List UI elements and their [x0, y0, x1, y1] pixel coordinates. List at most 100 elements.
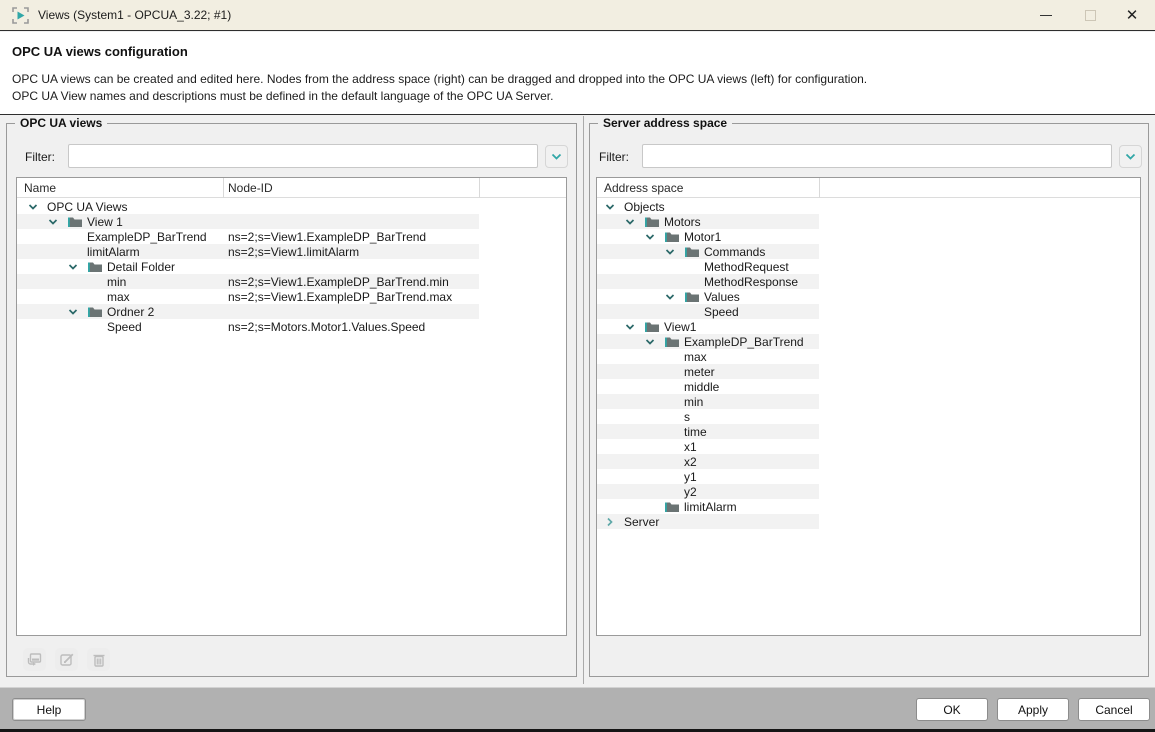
- tree-row[interactable]: x2: [597, 454, 1140, 469]
- filter-dropdown-button-right[interactable]: [1119, 145, 1142, 168]
- tree-row[interactable]: meter: [597, 364, 1140, 379]
- tree-expander[interactable]: [604, 201, 616, 213]
- filter-label-left: Filter:: [25, 150, 55, 164]
- tree-expander[interactable]: [664, 246, 676, 258]
- tree-node-label[interactable]: x2: [684, 455, 697, 469]
- tree-expander[interactable]: [644, 231, 656, 243]
- description-line-2: OPC UA View names and descriptions must …: [12, 89, 553, 103]
- filter-input-left[interactable]: [68, 144, 538, 168]
- tree-row[interactable]: Motor1: [597, 229, 1140, 244]
- edit-view-button[interactable]: [55, 648, 78, 671]
- tree-node-label[interactable]: Server: [624, 515, 659, 529]
- tree-node-label[interactable]: y1: [684, 470, 697, 484]
- tree-row[interactable]: View 1: [17, 214, 566, 229]
- tree-node-label[interactable]: Values: [704, 290, 740, 304]
- tree-node-label[interactable]: x1: [684, 440, 697, 454]
- tree-node-label[interactable]: Ordner 2: [107, 305, 154, 319]
- tree-row[interactable]: y1: [597, 469, 1140, 484]
- help-button[interactable]: Help: [12, 698, 86, 721]
- chevron-down-icon: [664, 246, 676, 258]
- tree-node-label[interactable]: MethodResponse: [704, 275, 798, 289]
- tree-node-label[interactable]: ExampleDP_BarTrend: [87, 230, 207, 244]
- tree-node-label[interactable]: limitAlarm: [684, 500, 737, 514]
- tree-expander[interactable]: [624, 321, 636, 333]
- column-header-address-space[interactable]: Address space: [604, 181, 683, 195]
- tree-row[interactable]: minns=2;s=View1.ExampleDP_BarTrend.min: [17, 274, 566, 289]
- column-separator[interactable]: [819, 178, 820, 198]
- minimize-button[interactable]: [1023, 0, 1069, 30]
- tree-row[interactable]: Speed ns=2;s=Motors.Motor1.Values.Speed: [17, 319, 566, 334]
- filter-dropdown-button-left[interactable]: [545, 145, 568, 168]
- tree-node-label[interactable]: s: [684, 410, 690, 424]
- filter-input-right[interactable]: [642, 144, 1112, 168]
- tree-expander[interactable]: [604, 516, 616, 528]
- tree-node-label[interactable]: View1: [664, 320, 696, 334]
- tree-row[interactable]: middle: [597, 379, 1140, 394]
- tree-node-label[interactable]: View 1: [87, 215, 123, 229]
- delete-view-button[interactable]: [87, 648, 110, 671]
- tree-node-label[interactable]: Speed: [704, 305, 739, 319]
- tree-node-label[interactable]: MethodRequest: [704, 260, 789, 274]
- column-separator[interactable]: [223, 178, 224, 198]
- tree-expander[interactable]: [624, 216, 636, 228]
- tree-row[interactable]: OPC UA Views: [17, 199, 566, 214]
- tree-node-label[interactable]: limitAlarm: [87, 245, 140, 259]
- tree-row[interactable]: Commands: [597, 244, 1140, 259]
- tree-row[interactable]: View1: [597, 319, 1140, 334]
- column-header-node-id[interactable]: Node-ID: [228, 181, 273, 195]
- tree-node-label[interactable]: time: [684, 425, 707, 439]
- tree-node-label[interactable]: middle: [684, 380, 719, 394]
- tree-expander[interactable]: [644, 336, 656, 348]
- tree-node-label[interactable]: ExampleDP_BarTrend: [684, 335, 804, 349]
- apply-button[interactable]: Apply: [997, 698, 1069, 721]
- tree-node-label[interactable]: Commands: [704, 245, 765, 259]
- tree-node-label[interactable]: y2: [684, 485, 697, 499]
- tree-row[interactable]: ExampleDP_BarTrendns=2;s=View1.ExampleDP…: [17, 229, 566, 244]
- panel-splitter[interactable]: [583, 116, 584, 684]
- column-separator[interactable]: [479, 178, 480, 198]
- tree-node-label[interactable]: Motors: [664, 215, 701, 229]
- tree-row[interactable]: limitAlarmns=2;s=View1.limitAlarm: [17, 244, 566, 259]
- tree-row[interactable]: MethodRequest: [597, 259, 1140, 274]
- tree-row[interactable]: maxns=2;s=View1.ExampleDP_BarTrend.max: [17, 289, 566, 304]
- tree-node-label[interactable]: Objects: [624, 200, 665, 214]
- tree-node-label[interactable]: min: [107, 275, 126, 289]
- tree-row[interactable]: Server: [597, 514, 1140, 529]
- tree-row[interactable]: MethodResponse: [597, 274, 1140, 289]
- add-view-button[interactable]: [23, 648, 46, 671]
- tree-expander[interactable]: [67, 261, 79, 273]
- tree-row[interactable]: max: [597, 349, 1140, 364]
- tree-expander[interactable]: [664, 291, 676, 303]
- tree-row[interactable]: min: [597, 394, 1140, 409]
- cancel-button[interactable]: Cancel: [1078, 698, 1150, 721]
- tree-row[interactable]: x1: [597, 439, 1140, 454]
- close-button[interactable]: ✕: [1109, 0, 1155, 30]
- tree-row[interactable]: Objects: [597, 199, 1140, 214]
- ok-button[interactable]: OK: [916, 698, 988, 721]
- tree-row[interactable]: Ordner 2: [17, 304, 566, 319]
- tree-expander[interactable]: [47, 216, 59, 228]
- tree-row[interactable]: Values: [597, 289, 1140, 304]
- tree-node-label[interactable]: meter: [684, 365, 715, 379]
- tree-row[interactable]: Speed: [597, 304, 1140, 319]
- tree-expander[interactable]: [67, 306, 79, 318]
- tree-node-id: ns=2;s=Motors.Motor1.Values.Speed: [228, 320, 425, 334]
- folder-icon: [67, 215, 83, 228]
- tree-node-label[interactable]: OPC UA Views: [47, 200, 127, 214]
- tree-node-label[interactable]: max: [684, 350, 707, 364]
- maximize-button[interactable]: [1067, 0, 1113, 30]
- column-header-name[interactable]: Name: [24, 181, 56, 195]
- tree-row[interactable]: time: [597, 424, 1140, 439]
- tree-node-label[interactable]: Speed: [107, 320, 142, 334]
- tree-row[interactable]: y2: [597, 484, 1140, 499]
- tree-row[interactable]: Detail Folder: [17, 259, 566, 274]
- tree-row[interactable]: s: [597, 409, 1140, 424]
- tree-row[interactable]: ExampleDP_BarTrend: [597, 334, 1140, 349]
- tree-node-label[interactable]: min: [684, 395, 703, 409]
- tree-node-label[interactable]: max: [107, 290, 130, 304]
- tree-expander[interactable]: [27, 201, 39, 213]
- tree-node-label[interactable]: Detail Folder: [107, 260, 175, 274]
- tree-node-label[interactable]: Motor1: [684, 230, 721, 244]
- tree-row[interactable]: limitAlarm: [597, 499, 1140, 514]
- tree-row[interactable]: Motors: [597, 214, 1140, 229]
